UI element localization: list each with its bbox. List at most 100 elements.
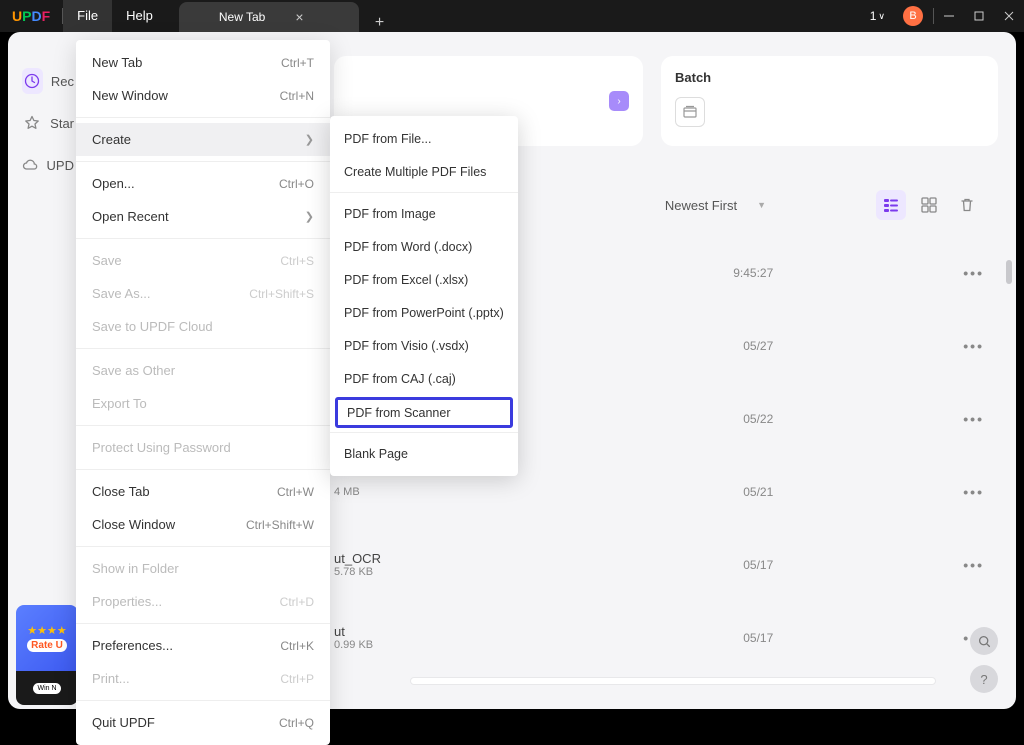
menu-shortcut: Ctrl+T: [281, 56, 314, 70]
stars-icon: ★★★★: [27, 624, 66, 637]
cloud-icon: [22, 152, 39, 178]
menu-item-export-to: Export To: [76, 387, 330, 420]
menubar-file[interactable]: File: [63, 0, 112, 32]
menu-shortcut: Ctrl+S: [280, 254, 314, 268]
notification-indicator[interactable]: 1∨: [862, 9, 893, 23]
batch-label: Batch: [675, 70, 984, 85]
sort-dropdown[interactable]: Newest First ▼: [665, 198, 766, 213]
search-button[interactable]: [970, 627, 998, 655]
submenu-item-blank-page[interactable]: Blank Page: [330, 437, 518, 470]
submenu-item-create-multiple-pdf-files[interactable]: Create Multiple PDF Files: [330, 155, 518, 188]
batch-card[interactable]: Batch: [661, 56, 998, 146]
menu-shortcut: Ctrl+K: [280, 639, 314, 653]
sidebar-item-recent[interactable]: Rec: [8, 60, 74, 102]
menu-separator: [76, 469, 330, 470]
submenu-item-pdf-from-caj-caj[interactable]: PDF from CAJ (.caj): [330, 362, 518, 395]
promo-banner[interactable]: ★★★★ Rate U Win N: [16, 605, 78, 705]
menu-item-save: SaveCtrl+S: [76, 244, 330, 277]
more-icon[interactable]: •••: [963, 338, 984, 354]
submenu-item-pdf-from-excel-xlsx[interactable]: PDF from Excel (.xlsx): [330, 263, 518, 296]
menu-item-label: Show in Folder: [92, 561, 179, 576]
file-name: ut: [334, 624, 373, 639]
menu-item-open-recent[interactable]: Open Recent❯: [76, 200, 330, 233]
scrollbar[interactable]: [1006, 260, 1012, 284]
close-icon[interactable]: ×: [295, 9, 303, 25]
menu-item-label: Export To: [92, 396, 147, 411]
menu-item-label: Save as Other: [92, 363, 175, 378]
submenu-item-pdf-from-word-docx[interactable]: PDF from Word (.docx): [330, 230, 518, 263]
add-tab-button[interactable]: +: [369, 14, 390, 32]
menu-item-label: Create: [92, 132, 131, 147]
close-button[interactable]: [994, 0, 1024, 32]
chevron-down-icon: ▼: [757, 200, 766, 210]
minimize-button[interactable]: [934, 0, 964, 32]
menu-item-close-window[interactable]: Close WindowCtrl+Shift+W: [76, 508, 330, 541]
menu-item-label: Open Recent: [92, 209, 169, 224]
titlebar: UPDF File Help New Tab × + 1∨ B: [0, 0, 1024, 32]
menu-item-open[interactable]: Open... Ctrl+O: [76, 167, 330, 200]
more-icon[interactable]: •••: [963, 265, 984, 281]
more-icon[interactable]: •••: [963, 484, 984, 500]
file-date: 05/27: [743, 339, 773, 353]
help-button[interactable]: ?: [970, 665, 998, 693]
menu-separator: [76, 546, 330, 547]
submenu-item-pdf-from-file[interactable]: PDF from File...: [330, 122, 518, 155]
more-icon[interactable]: •••: [963, 557, 984, 573]
sidebar-item-cloud[interactable]: UPD: [8, 144, 74, 186]
menu-shortcut: Ctrl+O: [279, 177, 314, 191]
maximize-button[interactable]: [964, 0, 994, 32]
view-list-button[interactable]: [876, 190, 906, 220]
menu-shortcut: Ctrl+W: [277, 485, 314, 499]
menu-separator: [76, 425, 330, 426]
file-date: 05/22: [743, 412, 773, 426]
menu-item-show-in-folder: Show in Folder: [76, 552, 330, 585]
menu-item-new-window[interactable]: New Window Ctrl+N: [76, 79, 330, 112]
clock-icon: [22, 68, 43, 94]
sidebar-item-starred[interactable]: Star: [8, 102, 74, 144]
tab-new[interactable]: New Tab ×: [179, 2, 359, 32]
menu-shortcut: Ctrl+P: [280, 672, 314, 686]
avatar[interactable]: B: [903, 6, 923, 26]
create-submenu: PDF from File...Create Multiple PDF File…: [330, 116, 518, 476]
menu-item-print: Print...Ctrl+P: [76, 662, 330, 695]
file-date: 05/21: [743, 485, 773, 499]
menu-item-label: Quit UPDF: [92, 715, 155, 730]
delete-button[interactable]: [952, 190, 982, 220]
top-menu: File Help: [63, 0, 167, 32]
horizontal-scrollbar[interactable]: [410, 677, 936, 685]
menu-item-label: New Tab: [92, 55, 142, 70]
sidebar-item-label: Star: [50, 116, 74, 131]
tab-title: New Tab: [219, 10, 265, 24]
submenu-item-pdf-from-powerpoint-pptx[interactable]: PDF from PowerPoint (.pptx): [330, 296, 518, 329]
submenu-item-pdf-from-visio-vsdx[interactable]: PDF from Visio (.vsdx): [330, 329, 518, 362]
menu-item-label: Open...: [92, 176, 135, 191]
menu-item-preferences[interactable]: Preferences... Ctrl+K: [76, 629, 330, 662]
submenu-item-pdf-from-image[interactable]: PDF from Image: [330, 197, 518, 230]
view-grid-button[interactable]: [914, 190, 944, 220]
file-name: ut_OCR: [334, 551, 381, 566]
menu-item-label: Close Window: [92, 517, 175, 532]
menu-item-new-tab[interactable]: New Tab Ctrl+T: [76, 46, 330, 79]
file-date: 9:45:27: [733, 266, 773, 280]
menu-separator: [330, 192, 518, 193]
menubar-help[interactable]: Help: [112, 0, 167, 32]
file-size: 5.78 KB: [334, 566, 381, 578]
menu-item-close-tab[interactable]: Close TabCtrl+W: [76, 475, 330, 508]
menu-item-label: New Window: [92, 88, 168, 103]
file-menu: New Tab Ctrl+T New Window Ctrl+N Create❯ Open…: [76, 40, 330, 745]
menu-item-label: Properties...: [92, 594, 162, 609]
app-logo: UPDF: [0, 8, 62, 24]
sidebar-item-label: Rec: [51, 74, 74, 89]
menu-item-label: Protect Using Password: [92, 440, 231, 455]
star-icon: [22, 110, 42, 136]
menu-item-quit-updf[interactable]: Quit UPDFCtrl+Q: [76, 706, 330, 739]
menu-separator: [76, 117, 330, 118]
submenu-item-pdf-from-scanner[interactable]: PDF from Scanner: [335, 397, 513, 428]
menu-shortcut: Ctrl+N: [280, 89, 314, 103]
menu-item-create[interactable]: Create❯: [76, 123, 330, 156]
more-icon[interactable]: •••: [963, 411, 984, 427]
menu-separator: [76, 700, 330, 701]
menu-separator: [76, 161, 330, 162]
menu-item-label: Preferences...: [92, 638, 173, 653]
menu-item-protect-using-password: Protect Using Password: [76, 431, 330, 464]
